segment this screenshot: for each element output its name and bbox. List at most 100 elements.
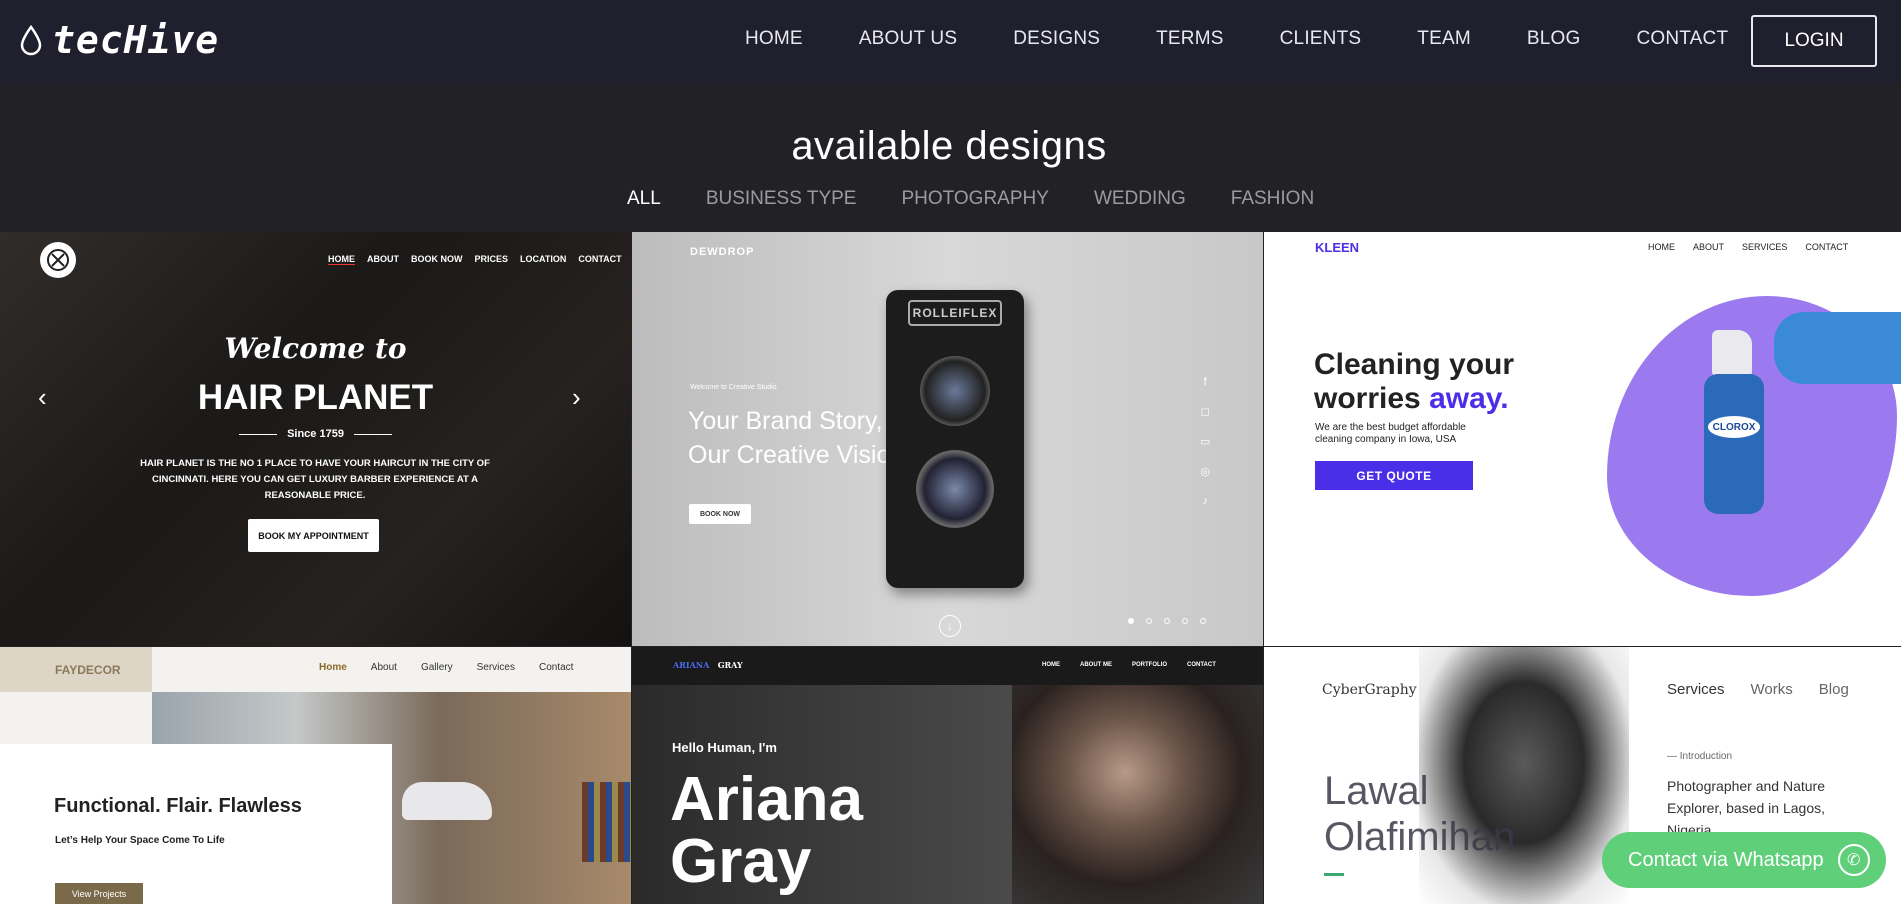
- filter-business-type[interactable]: BUSINESS TYPE: [706, 188, 857, 210]
- hair-nav-contact[interactable]: CONTACT: [578, 254, 621, 265]
- hair-since: Since 1759: [0, 428, 631, 440]
- hair-welcome: Welcome to: [224, 332, 407, 365]
- kleen-nav-contact[interactable]: CONTACT: [1805, 242, 1848, 252]
- kleen-nav-about[interactable]: ABOUT: [1693, 242, 1724, 252]
- ariana-brand-1: ARIANA: [673, 660, 710, 670]
- photo-tag: Welcome to Creative Studio: [690, 384, 777, 391]
- ariana-name-2: Gray: [670, 827, 812, 896]
- hair-nav-prices[interactable]: PRICES: [475, 254, 509, 265]
- cyber-nav-works[interactable]: Works: [1751, 681, 1793, 698]
- menu-designs[interactable]: DESIGNS: [1013, 28, 1100, 50]
- ariana-name: Ariana Gray: [670, 769, 863, 893]
- faydecor-card: [0, 744, 392, 904]
- kleen-headline-2a: worries: [1314, 382, 1421, 415]
- cyber-intro-text: Introduction: [1679, 751, 1733, 762]
- menu-home[interactable]: HOME: [745, 28, 803, 50]
- kleen-quote-button[interactable]: GET QUOTE: [1315, 461, 1473, 490]
- photo-social: f ◻ ▭ ◎ ♪: [1200, 376, 1210, 507]
- bookshelf-image: [582, 782, 631, 862]
- camera-image: ROLLEIFLEX: [886, 290, 1024, 588]
- faydecor-nav-home[interactable]: Home: [319, 662, 347, 673]
- whatsapp-label: Contact via Whatsapp: [1628, 848, 1824, 871]
- faydecor-view-button[interactable]: View Projects: [55, 883, 143, 904]
- facebook-icon[interactable]: f: [1204, 376, 1207, 388]
- faydecor-nav-contact[interactable]: Contact: [539, 662, 573, 673]
- hair-nav-home[interactable]: HOME: [328, 254, 355, 265]
- ariana-greet: Hello Human, I'm: [672, 740, 777, 755]
- cyber-accent-line: [1324, 873, 1344, 876]
- hair-book-button[interactable]: BOOK MY APPOINTMENT: [248, 519, 379, 552]
- menu-contact[interactable]: CONTACT: [1636, 28, 1728, 50]
- faydecor-nav-gallery[interactable]: Gallery: [421, 662, 453, 673]
- design-tile-kleen[interactable]: KLEEN HOME ABOUT SERVICES CONTACT CLOROX…: [1264, 232, 1901, 646]
- whatsapp-icon: ✆: [1837, 844, 1870, 876]
- faydecor-brand: FAYDECOR: [0, 647, 152, 692]
- cyber-intro: — Introduction: [1667, 751, 1733, 762]
- menu-team[interactable]: TEAM: [1417, 28, 1471, 50]
- camera-lens-top: [920, 356, 990, 426]
- design-tile-ariana-gray[interactable]: ARIANA GRAY HOME ABOUT ME PORTFOLIO CONT…: [632, 647, 1263, 904]
- menu-terms[interactable]: TERMS: [1156, 28, 1224, 50]
- whatsapp-contact-button[interactable]: Contact via Whatsapp ✆: [1602, 832, 1886, 888]
- bottle-label: CLOROX: [1708, 416, 1760, 438]
- cyber-nav-services[interactable]: Services: [1667, 681, 1725, 698]
- photo-headline-1: Your Brand Story,: [688, 407, 883, 435]
- drop-icon: [20, 24, 42, 56]
- cyber-name-2: Olafimihan: [1324, 815, 1516, 859]
- scroll-down-icon[interactable]: ↓: [939, 615, 961, 637]
- kleen-headline-1: Cleaning your: [1314, 348, 1515, 381]
- ariana-name-1: Ariana: [670, 765, 863, 834]
- filter-wedding[interactable]: WEDDING: [1094, 188, 1186, 210]
- ariana-nav-about[interactable]: ABOUT ME: [1080, 662, 1112, 668]
- glove-hand-image: [1774, 312, 1901, 384]
- kleen-headline: Cleaning your worries away.: [1314, 348, 1514, 416]
- faydecor-sub: Let’s Help Your Space Come To Life: [55, 835, 225, 846]
- filter-fashion[interactable]: FASHION: [1231, 188, 1314, 210]
- hair-nav: HOME ABOUT BOOK NOW PRICES LOCATION CONT…: [328, 254, 622, 265]
- ariana-nav-portfolio[interactable]: PORTFOLIO: [1132, 662, 1167, 668]
- cyber-name-1: Lawal: [1324, 769, 1429, 813]
- filter-photography[interactable]: PHOTOGRAPHY: [901, 188, 1048, 210]
- photo-headline-2: Our Creative Vision.: [688, 441, 912, 469]
- logo[interactable]: tecHive: [18, 18, 219, 62]
- design-tile-photo-studio[interactable]: DEWDROP Welcome to Creative Studio Your …: [632, 232, 1263, 646]
- pinterest-icon[interactable]: ◎: [1200, 465, 1210, 478]
- menu-blog[interactable]: BLOG: [1527, 28, 1581, 50]
- kleen-nav-services[interactable]: SERVICES: [1742, 242, 1787, 252]
- brand-name: tecHive: [52, 18, 220, 62]
- design-tile-hair-planet[interactable]: HOME ABOUT BOOK NOW PRICES LOCATION CONT…: [0, 232, 631, 646]
- hair-nav-book[interactable]: BOOK NOW: [411, 254, 463, 265]
- ariana-brand-2: GRAY: [717, 660, 743, 670]
- photo-dots: [1128, 618, 1206, 624]
- kleen-nav: HOME ABOUT SERVICES CONTACT: [1648, 242, 1848, 252]
- photo-book-button[interactable]: BOOK NOW: [689, 504, 751, 524]
- cyber-brand: CyberGraphy: [1322, 682, 1417, 698]
- login-button[interactable]: LOGIN: [1751, 15, 1877, 67]
- instagram-icon[interactable]: ◻: [1201, 405, 1210, 418]
- main-menu: HOME ABOUT US DESIGNS TERMS CLIENTS TEAM…: [745, 28, 1784, 50]
- car-image: [402, 782, 492, 820]
- kleen-body: We are the best budget affordable cleani…: [1315, 422, 1466, 445]
- design-tile-faydecor[interactable]: FAYDECOR Home About Gallery Services Con…: [0, 647, 631, 904]
- filter-all[interactable]: ALL: [627, 188, 661, 210]
- hair-nav-about[interactable]: ABOUT: [367, 254, 399, 265]
- photo-brand: DEWDROP: [690, 246, 755, 258]
- faydecor-nav-services[interactable]: Services: [477, 662, 515, 673]
- faydecor-headline: Functional. Flair. Flawless: [54, 795, 302, 817]
- kleen-nav-home[interactable]: HOME: [1648, 242, 1675, 252]
- ariana-nav-home[interactable]: HOME: [1042, 662, 1060, 668]
- ariana-nav-contact[interactable]: CONTACT: [1187, 662, 1216, 668]
- kleen-brand: KLEEN: [1315, 240, 1360, 255]
- youtube-icon[interactable]: ▭: [1200, 435, 1210, 448]
- twitter-icon[interactable]: ♪: [1202, 495, 1208, 507]
- menu-about-us[interactable]: ABOUT US: [859, 28, 957, 50]
- cyber-nav: Services Works Blog: [1667, 681, 1849, 698]
- faydecor-nav-about[interactable]: About: [371, 662, 397, 673]
- camera-lens-bottom: [916, 450, 994, 528]
- cyber-nav-blog[interactable]: Blog: [1819, 681, 1849, 698]
- clorox-bottle-image: CLOROX: [1694, 330, 1774, 520]
- hair-nav-location[interactable]: LOCATION: [520, 254, 566, 265]
- hair-body: HAIR PLANET IS THE NO 1 PLACE TO HAVE YO…: [140, 458, 490, 501]
- menu-clients[interactable]: CLIENTS: [1280, 28, 1362, 50]
- camera-label: ROLLEIFLEX: [908, 300, 1002, 326]
